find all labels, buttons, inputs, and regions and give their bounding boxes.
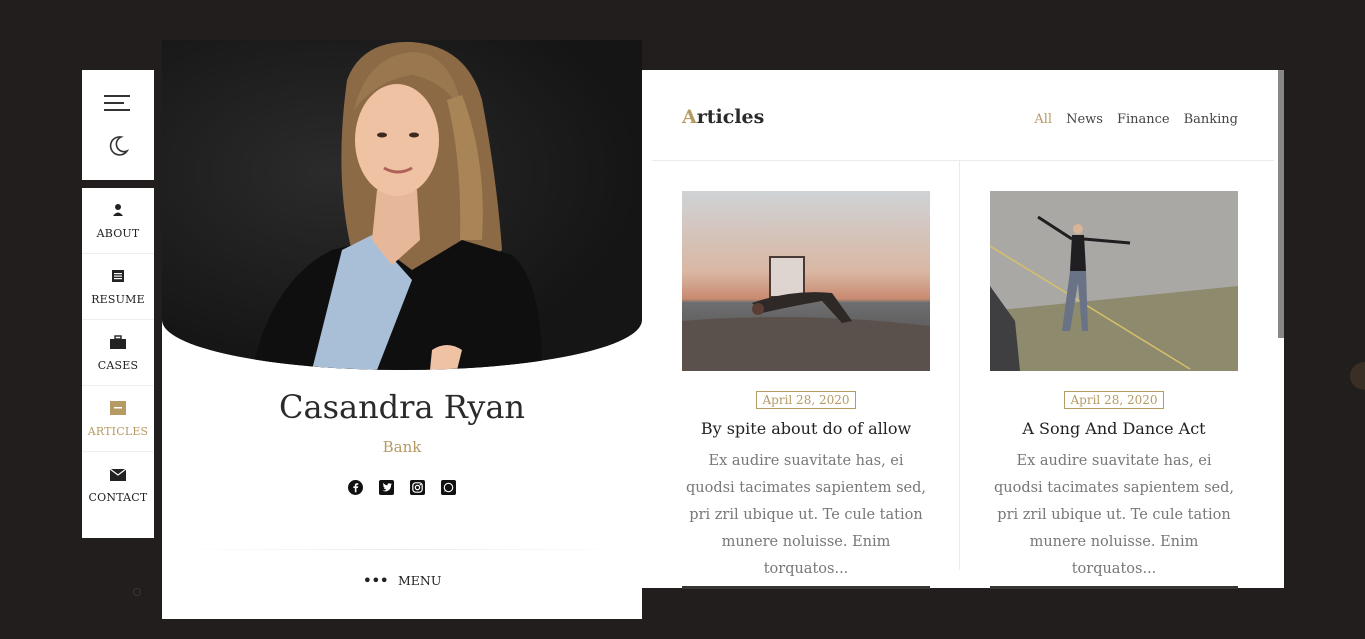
menu-label: MENU bbox=[397, 573, 442, 588]
profile-role: Bank bbox=[382, 438, 422, 456]
list-icon bbox=[111, 268, 125, 287]
hamburger-menu-icon[interactable] bbox=[104, 94, 132, 112]
header-divider bbox=[652, 160, 1274, 161]
article-date: April 28, 2020 bbox=[1064, 391, 1164, 409]
user-icon bbox=[111, 202, 125, 221]
article-icon bbox=[110, 400, 126, 419]
scrollbar[interactable] bbox=[1278, 70, 1284, 588]
article-excerpt: Ex audire suavitate has, ei quodsi tacim… bbox=[993, 453, 1234, 577]
filter-all[interactable]: All bbox=[1034, 112, 1052, 127]
article-filters: All News Finance Banking bbox=[1034, 112, 1238, 127]
article-card[interactable]: April 28, 2020 By spite about do of allo… bbox=[682, 191, 930, 583]
nav-top-panel bbox=[82, 70, 154, 180]
twitter-icon[interactable] bbox=[379, 480, 394, 495]
profile-divider bbox=[172, 549, 632, 550]
decorative-dot bbox=[133, 588, 141, 596]
article-image[interactable] bbox=[682, 191, 930, 371]
article-title[interactable]: By spite about do of allow bbox=[682, 419, 930, 438]
nav-label: CONTACT bbox=[88, 491, 148, 504]
filter-finance[interactable]: Finance bbox=[1117, 112, 1170, 127]
next-card-edge bbox=[682, 586, 930, 589]
moon-icon[interactable] bbox=[107, 135, 129, 157]
articles-panel: Articles All News Finance Banking April … bbox=[642, 70, 1284, 588]
nav-label: CASES bbox=[97, 358, 139, 372]
heading-accent-letter: A bbox=[682, 106, 697, 128]
filter-news[interactable]: News bbox=[1066, 112, 1103, 127]
article-title[interactable]: A Song And Dance Act bbox=[990, 419, 1238, 438]
article-card[interactable]: April 28, 2020 A Song And Dance Act Ex a… bbox=[990, 191, 1238, 583]
envelope-icon bbox=[109, 466, 127, 485]
nav-label: ABOUT bbox=[96, 226, 140, 240]
more-dots-icon: ••• bbox=[362, 570, 389, 590]
article-excerpt: Ex audire suavitate has, ei quodsi tacim… bbox=[685, 453, 926, 577]
social-links bbox=[162, 480, 642, 495]
column-divider bbox=[959, 160, 960, 570]
scroll-to-top-button[interactable] bbox=[1350, 362, 1365, 390]
whatsapp-icon[interactable] bbox=[441, 480, 456, 495]
profile-photo bbox=[162, 40, 642, 370]
article-image[interactable] bbox=[990, 191, 1238, 371]
nav-item-about[interactable]: ABOUT bbox=[82, 188, 154, 254]
briefcase-icon bbox=[110, 334, 126, 353]
instagram-icon[interactable] bbox=[410, 480, 425, 495]
nav-item-resume[interactable]: RESUME bbox=[82, 254, 154, 320]
filter-banking[interactable]: Banking bbox=[1184, 112, 1238, 127]
nav-label: ARTICLES bbox=[87, 424, 149, 438]
heading-rest: rticles bbox=[696, 106, 765, 128]
articles-heading: Articles bbox=[682, 106, 764, 128]
nav-item-cases[interactable]: CASES bbox=[82, 320, 154, 386]
nav-item-articles[interactable]: ARTICLES bbox=[82, 386, 154, 452]
side-nav: ABOUT RESUME CASES ARTICLES CONTACT bbox=[82, 188, 154, 538]
next-card-edge bbox=[990, 586, 1238, 589]
profile-card: Casandra Ryan Bank ••• MENU bbox=[162, 40, 642, 619]
nav-label: RESUME bbox=[91, 292, 145, 306]
profile-name: Casandra Ryan bbox=[279, 388, 525, 426]
menu-button[interactable]: ••• MENU bbox=[162, 570, 642, 590]
article-date: April 28, 2020 bbox=[756, 391, 856, 409]
nav-item-contact[interactable]: CONTACT bbox=[82, 452, 154, 518]
scrollbar-thumb[interactable] bbox=[1278, 70, 1284, 338]
facebook-icon[interactable] bbox=[348, 480, 363, 495]
